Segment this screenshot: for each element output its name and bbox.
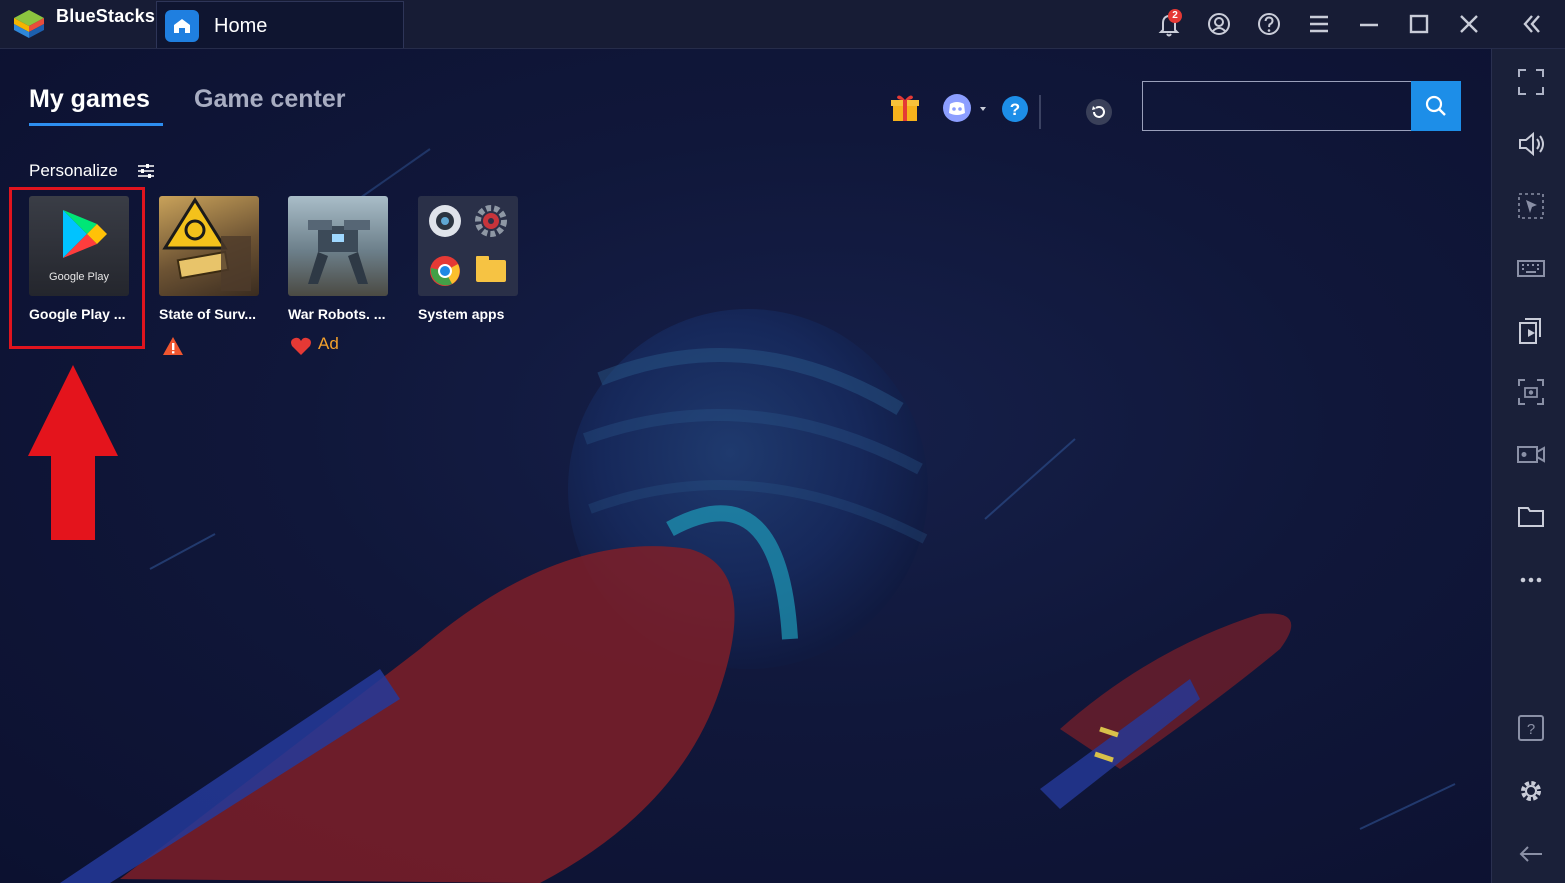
system-apps-folder [418, 196, 518, 296]
account-icon[interactable] [1203, 8, 1235, 40]
record-icon[interactable] [1516, 439, 1546, 469]
back-icon[interactable] [1516, 839, 1546, 869]
fullscreen-icon[interactable] [1516, 67, 1546, 97]
maximize-icon[interactable] [1403, 8, 1435, 40]
install-apk-icon[interactable] [1516, 315, 1546, 345]
sliders-icon[interactable] [137, 163, 155, 179]
select-pointer-icon[interactable] [1516, 191, 1546, 221]
war-robots-thumbnail [288, 196, 388, 296]
bluestacks-logo-icon [14, 10, 44, 38]
tab-home[interactable]: Home [156, 1, 404, 48]
volume-icon[interactable] [1516, 129, 1546, 159]
personalize-label[interactable]: Personalize [29, 161, 118, 181]
notification-button[interactable]: 2 [1154, 8, 1186, 40]
menu-icon[interactable] [1303, 8, 1335, 40]
game-label: System apps [418, 306, 505, 322]
warning-icon [163, 337, 183, 355]
folder-icon[interactable] [1516, 501, 1546, 531]
home-screen: My games Game center ? Personalize Googl… [0, 49, 1491, 883]
ad-label: Ad [318, 334, 339, 353]
space-background-illustration [60, 148, 1456, 883]
more-icon[interactable] [1516, 565, 1546, 595]
help-circle-icon[interactable] [1253, 8, 1285, 40]
close-icon[interactable] [1453, 8, 1485, 40]
search-icon [1425, 95, 1446, 116]
heart-icon [291, 337, 311, 355]
svg-text:?: ? [1527, 721, 1535, 738]
highlight-box [9, 187, 145, 349]
app-name: BlueStacks [56, 6, 156, 26]
keyboard-icon[interactable] [1516, 253, 1546, 283]
title-bar: BlueStacks Home 2 [0, 0, 1565, 49]
home-icon [165, 10, 199, 42]
state-of-survival-thumbnail [159, 196, 259, 296]
help-icon[interactable]: ? [1516, 713, 1546, 743]
refresh-icon[interactable] [1085, 98, 1113, 126]
tab-my-games[interactable]: My games [29, 85, 150, 114]
game-label: State of Surv... [159, 306, 256, 322]
toolbar-divider [1039, 95, 1041, 129]
screenshot-icon[interactable] [1516, 377, 1546, 407]
minimize-icon[interactable] [1353, 8, 1385, 40]
active-tab-indicator [29, 123, 163, 126]
discord-icon[interactable] [942, 93, 990, 125]
help-icon[interactable]: ? [1001, 95, 1029, 123]
right-sidebar: ? [1491, 49, 1565, 883]
collapse-sidebar-icon[interactable] [1516, 8, 1548, 40]
gift-icon[interactable] [889, 93, 921, 123]
svg-text:?: ? [1010, 100, 1020, 119]
home-tab-label: Home [214, 15, 268, 37]
red-arrow-up-icon [28, 365, 118, 540]
game-label: War Robots. ... [288, 306, 386, 322]
tab-game-center[interactable]: Game center [194, 85, 345, 114]
search-button[interactable] [1411, 81, 1461, 131]
search-input[interactable] [1142, 81, 1412, 131]
settings-icon[interactable] [1516, 776, 1546, 806]
notification-badge: 2 [1168, 9, 1182, 23]
